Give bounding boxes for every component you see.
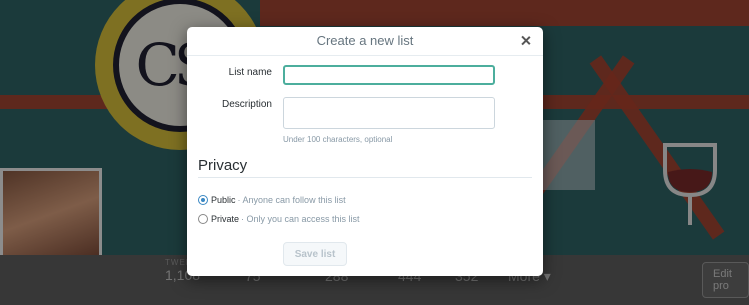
list-name-input[interactable]	[283, 65, 495, 85]
option-label: Private	[211, 214, 240, 224]
option-label: Public	[211, 195, 236, 205]
option-description: · Anyone can follow this list	[237, 195, 346, 205]
list-name-label: List name	[228, 67, 272, 78]
privacy-heading: Privacy	[198, 157, 248, 174]
divider	[198, 177, 532, 178]
save-list-button[interactable]: Save list	[283, 242, 347, 266]
dialog-title: Create a new list	[316, 33, 414, 48]
privacy-option-public[interactable]: Public · Anyone can follow this list	[198, 195, 346, 205]
option-description: · Only you can access this list	[241, 214, 360, 224]
description-input[interactable]	[283, 97, 495, 129]
description-label: Description	[221, 99, 272, 110]
privacy-option-private[interactable]: Private · Only you can access this list	[198, 214, 360, 224]
radio-button-public[interactable]	[198, 195, 208, 205]
dialog-header: Create a new list	[187, 27, 543, 56]
create-list-dialog: Create a new list List name Description …	[187, 27, 543, 276]
close-icon[interactable]	[519, 34, 533, 48]
radio-button-private[interactable]	[198, 214, 208, 224]
description-hint: Under 100 characters, optional	[283, 135, 393, 144]
